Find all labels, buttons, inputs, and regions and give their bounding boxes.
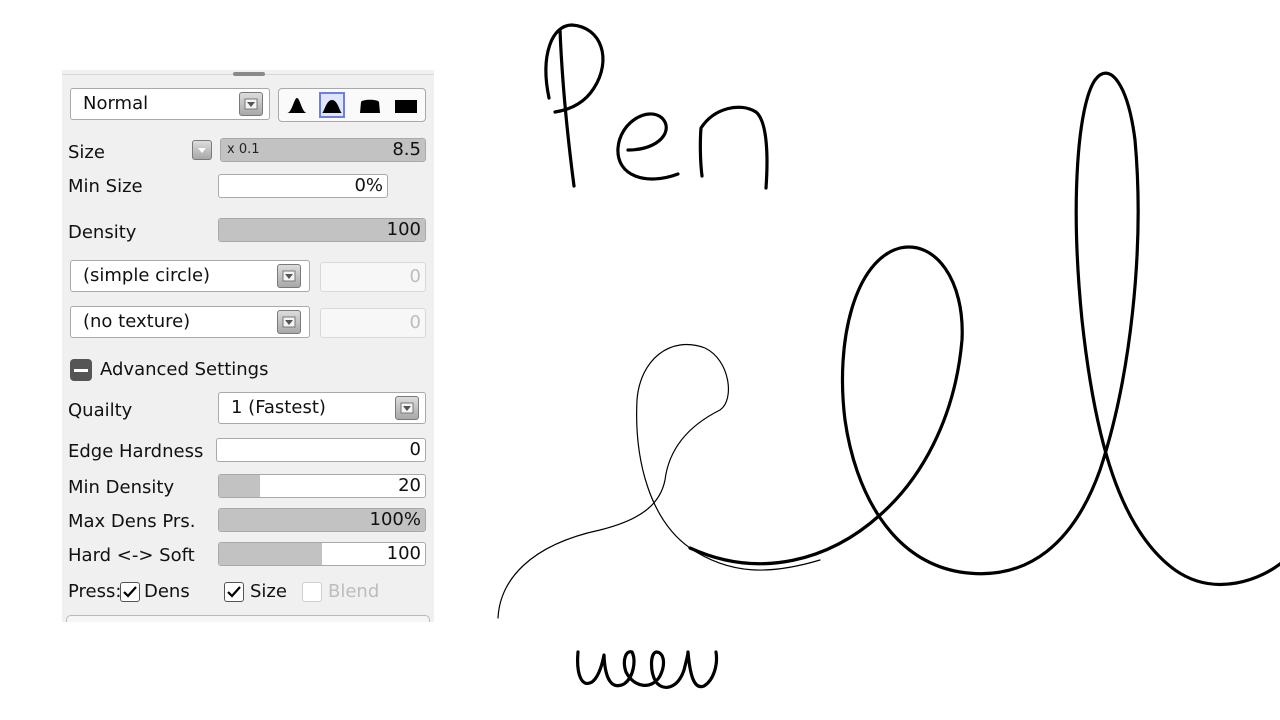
- drawing-canvas[interactable]: [0, 0, 1280, 720]
- handwritten-pen-stroke: [544, 23, 769, 190]
- handwritten-wow-stroke: [576, 650, 719, 689]
- thick-double-loop-stroke: [688, 71, 1280, 586]
- thin-loop-stroke: [497, 343, 821, 619]
